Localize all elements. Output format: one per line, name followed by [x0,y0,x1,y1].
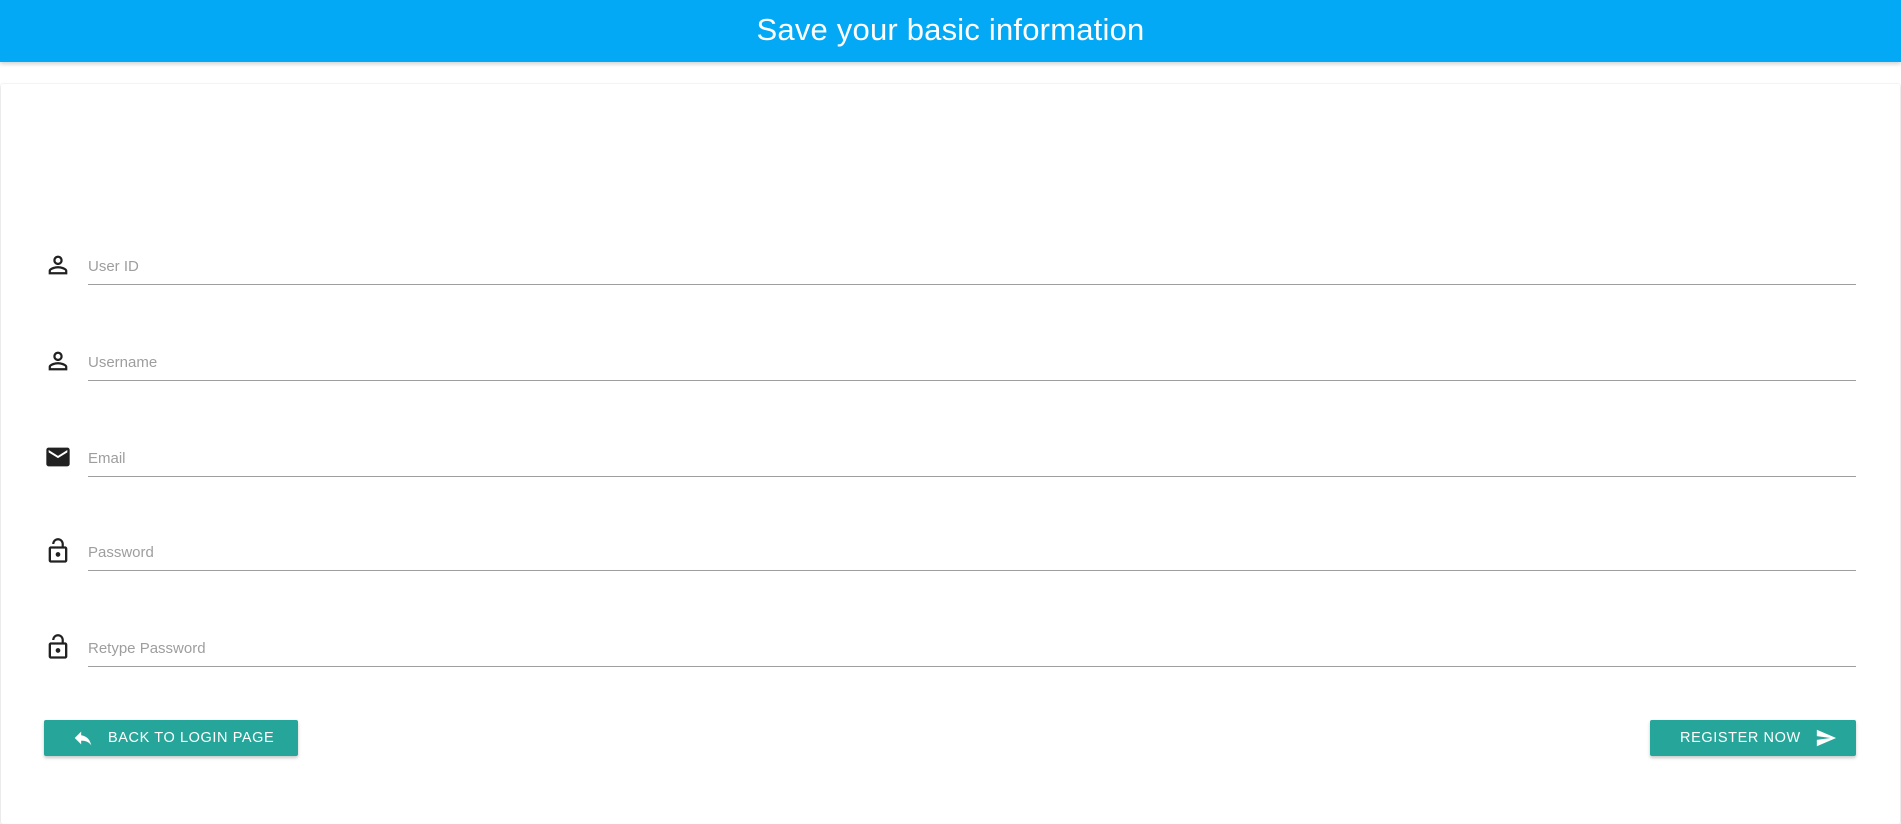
reply-icon [72,727,94,749]
app-header: Save your basic information [0,0,1901,62]
lock-icon [44,537,72,565]
send-icon [1815,727,1837,749]
retype-password-row [44,631,1856,673]
email-input[interactable] [88,441,1856,477]
email-row [44,441,1856,483]
back-to-login-button[interactable]: Back to login page [44,720,298,756]
user-id-input[interactable] [88,249,1856,285]
username-input[interactable] [88,345,1856,381]
email-icon [44,443,72,471]
lock-icon [44,633,72,661]
password-row [44,535,1856,577]
user-id-row [44,249,1856,291]
register-button-label: Register now [1680,730,1801,746]
retype-password-input[interactable] [88,631,1856,667]
username-row [44,345,1856,387]
back-button-label: Back to login page [108,730,275,746]
person-icon [44,251,72,279]
password-input[interactable] [88,535,1856,571]
page-title: Save your basic information [756,11,1145,47]
person-icon [44,347,72,375]
register-now-button[interactable]: Register now [1650,720,1856,756]
